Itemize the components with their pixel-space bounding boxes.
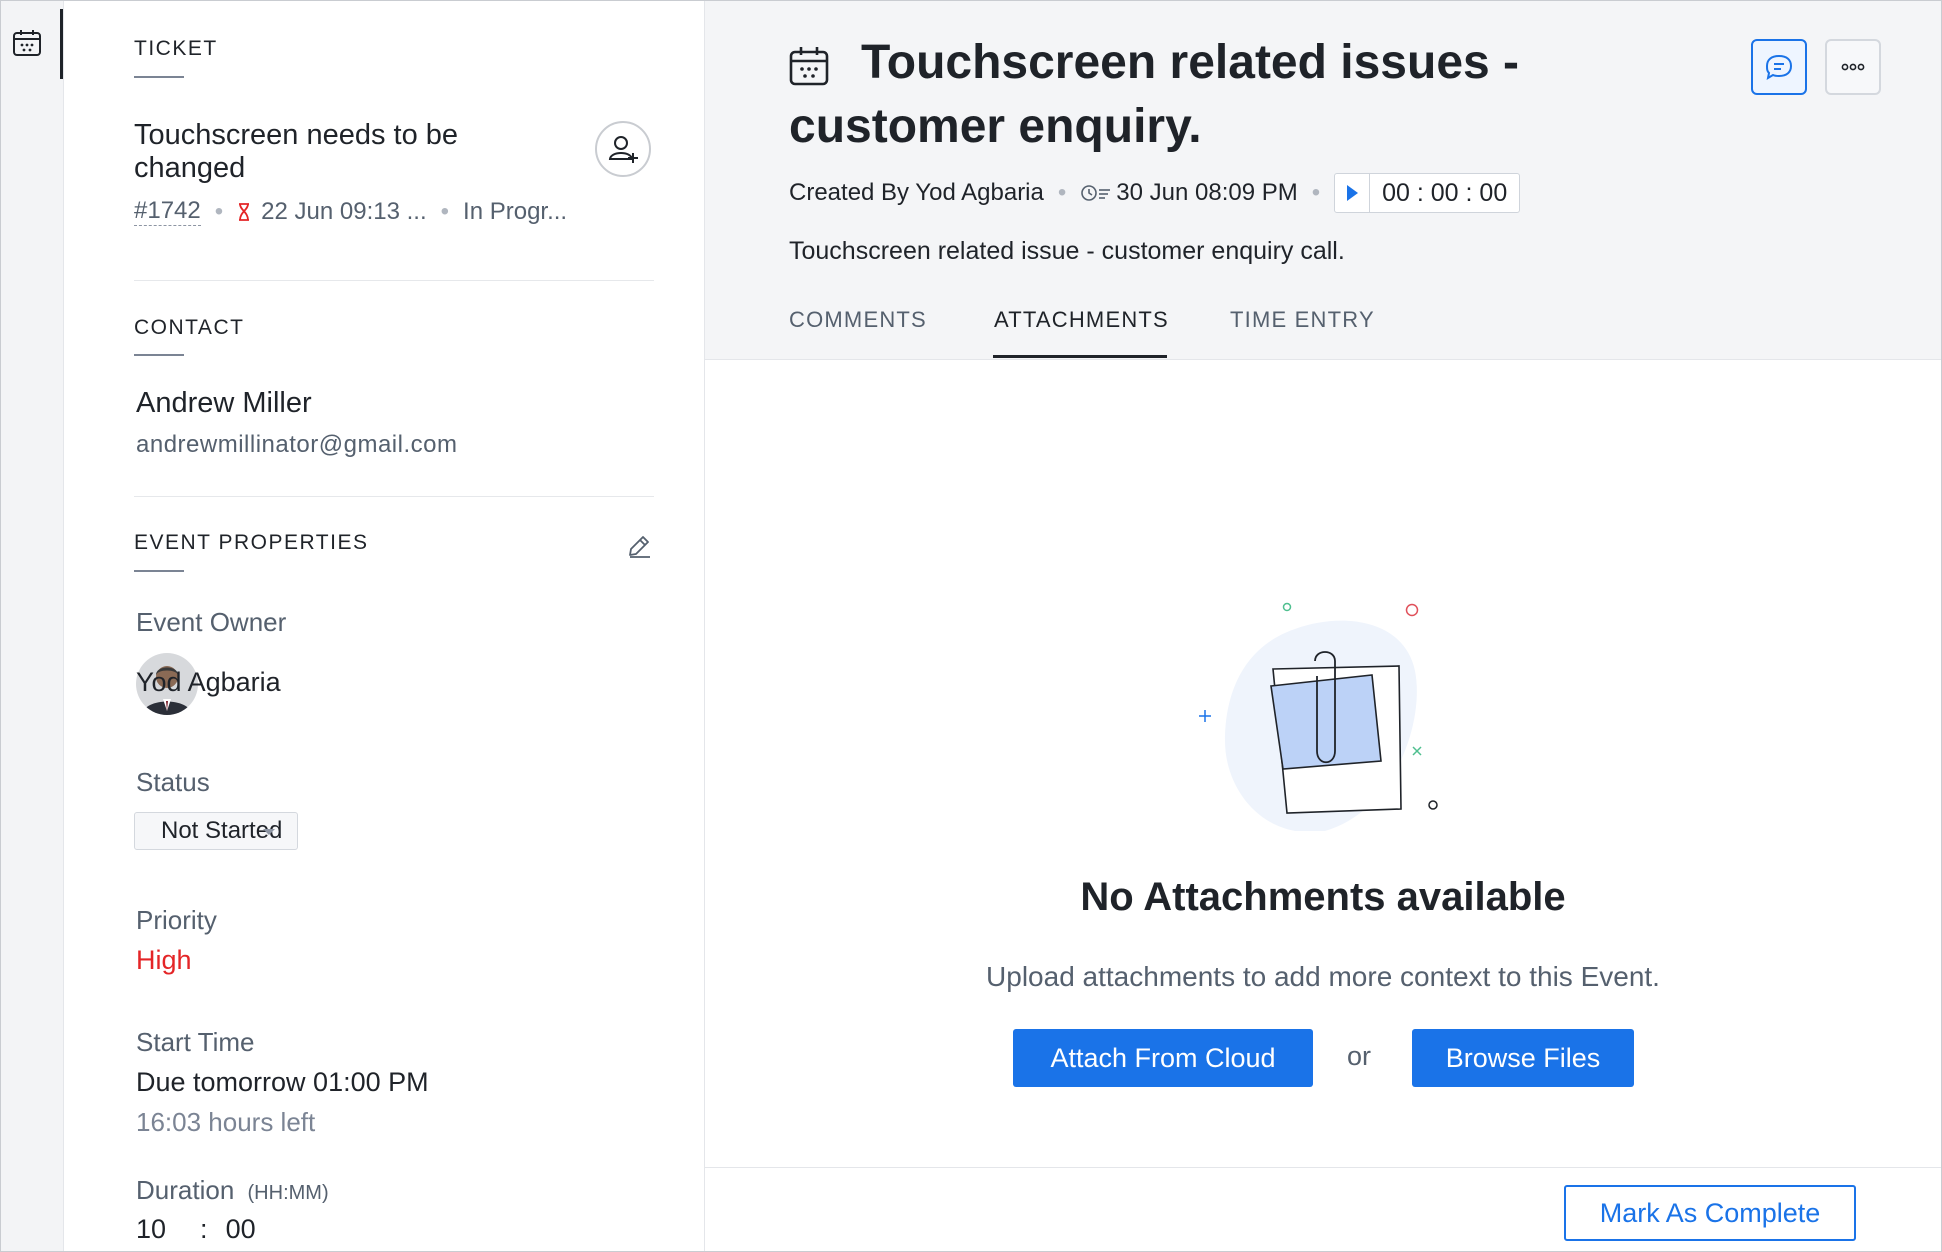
section-underline — [134, 76, 184, 78]
created-by: Created By Yod Agbaria — [789, 179, 1044, 206]
edit-icon[interactable] — [624, 531, 654, 561]
priority-value[interactable]: High — [136, 945, 192, 976]
tab-time-entry[interactable]: TIME ENTRY — [1230, 307, 1375, 333]
rail-active-indicator — [60, 9, 63, 79]
section-underline — [134, 570, 184, 572]
status-select[interactable]: Not Started — [134, 812, 298, 850]
separator-dot: • — [1057, 179, 1067, 206]
start-time-label: Start Time — [136, 1027, 255, 1057]
event-properties-title: EVENT PROPERTIES — [134, 531, 369, 554]
contact-email[interactable]: andrewmillinator@gmail.com — [136, 431, 457, 459]
contact-section-title: CONTACT — [134, 316, 245, 339]
ticket-title[interactable]: Touchscreen needs to be changed — [134, 119, 554, 185]
separator-dot: • — [1311, 179, 1321, 206]
status-label: Status — [136, 767, 210, 797]
priority-label: Priority — [136, 905, 217, 935]
mark-as-complete-button[interactable]: Mark As Complete — [1564, 1185, 1856, 1241]
empty-state-title: No Attachments available — [1080, 875, 1566, 919]
add-user-icon — [608, 136, 638, 163]
duration-separator: : — [200, 1214, 208, 1244]
event-title[interactable]: Touchscreen related issues - customer en… — [789, 31, 1549, 159]
assign-contact-button[interactable] — [595, 121, 651, 177]
section-divider — [134, 496, 654, 497]
ticket-meta: #1742 • 22 Jun 09:13 ... • In Progr... — [134, 197, 567, 226]
clock-icon — [1081, 185, 1111, 201]
tab-comments[interactable]: COMMENTS — [789, 307, 927, 333]
event-owner-name: Yod Agbaria — [136, 667, 281, 697]
section-divider — [134, 280, 654, 281]
duration-label: Duration (HH:MM) — [136, 1175, 329, 1206]
ticket-status: In Progr... — [463, 197, 568, 225]
duration-hours[interactable]: 10 — [136, 1214, 166, 1245]
event-detail: Touchscreen related issues - customer en… — [705, 1, 1941, 1251]
duration-minutes[interactable]: 00 — [226, 1214, 256, 1245]
paperclip-icon — [1199, 602, 1438, 831]
timer: 00 : 00 : 00 — [1334, 173, 1521, 213]
time-left: 16:03 hours left — [136, 1107, 316, 1137]
duration-unit: (HH:MM) — [247, 1182, 329, 1204]
created-at: 30 Jun 08:09 PM — [1116, 179, 1298, 206]
footer-bar: Mark As Complete — [705, 1167, 1941, 1252]
hourglass-icon — [239, 202, 250, 221]
section-underline — [134, 354, 184, 356]
details-panel: TICKET Touchscreen needs to be changed #… — [64, 1, 705, 1251]
more-icon — [1841, 63, 1865, 71]
calendar-icon[interactable] — [11, 27, 43, 59]
ticket-id-link[interactable]: #1742 — [134, 197, 201, 226]
play-button[interactable] — [1335, 174, 1371, 212]
browse-files-button[interactable]: Browse Files — [1412, 1029, 1634, 1087]
timer-value: 00 : 00 : 00 — [1382, 178, 1508, 207]
or-separator: or — [1347, 1041, 1372, 1071]
separator-dot: • — [440, 197, 450, 225]
contact-name[interactable]: Andrew Miller — [136, 387, 312, 420]
event-description: Touchscreen related issue - customer enq… — [789, 237, 1345, 265]
event-meta: Created By Yod Agbaria • 30 Jun 08:09 PM… — [789, 173, 1521, 213]
separator-dot: • — [214, 197, 224, 225]
duration-label-text: Duration — [136, 1175, 235, 1205]
tab-attachments[interactable]: ATTACHMENTS — [994, 307, 1169, 333]
side-rail — [1, 1, 64, 1251]
attach-from-cloud-button[interactable]: Attach From Cloud — [1013, 1029, 1313, 1087]
ticket-section-title: TICKET — [134, 37, 218, 60]
event-header: Touchscreen related issues - customer en… — [705, 1, 1941, 360]
app-window: TICKET Touchscreen needs to be changed #… — [0, 0, 1942, 1252]
active-tab-indicator — [993, 355, 1167, 358]
play-icon — [1346, 185, 1358, 201]
chat-icon — [1765, 54, 1793, 81]
more-options-button[interactable] — [1825, 39, 1881, 95]
chat-button[interactable] — [1751, 39, 1807, 95]
event-owner-label: Event Owner — [136, 607, 287, 637]
ticket-due-date: 22 Jun 09:13 ... — [261, 197, 427, 225]
chevron-down-icon — [263, 829, 275, 835]
duration-value[interactable]: 10 : 00 — [136, 1214, 256, 1245]
empty-state-subtitle: Upload attachments to add more context t… — [986, 961, 1660, 992]
start-time-value[interactable]: Due tomorrow 01:00 PM — [136, 1067, 429, 1098]
